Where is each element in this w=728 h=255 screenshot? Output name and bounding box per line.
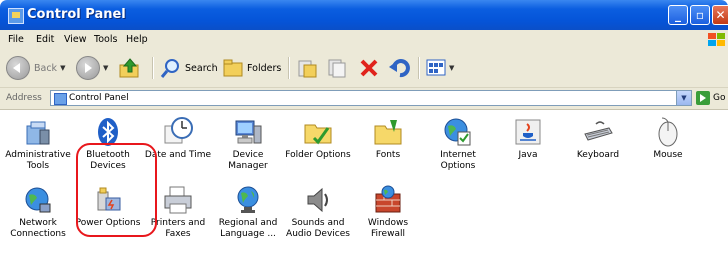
item-label: Device Manager: [228, 150, 268, 171]
sounds-audio-icon: [307, 187, 328, 213]
item-windows-firewall[interactable]: Windows Firewall: [354, 184, 422, 244]
device-manager-icon: [235, 120, 262, 144]
address-value: Control Panel: [69, 93, 129, 103]
item-label: Java: [518, 150, 538, 160]
item-mouse[interactable]: Mouse: [634, 116, 702, 176]
menu-bar: File Edit View Tools Help: [0, 30, 728, 50]
regional-language-icon: [237, 186, 259, 213]
control-panel-icon: [54, 93, 67, 105]
item-label: Internet Options: [440, 150, 476, 171]
item-label: Regional and Language ...: [218, 218, 278, 239]
forward-arrow-icon: [76, 56, 100, 80]
item-administrative-tools[interactable]: Administrative Tools: [4, 116, 72, 176]
views-icon: [426, 59, 446, 76]
printers-faxes-icon: [164, 186, 192, 214]
close-button[interactable]: ✕: [712, 5, 728, 25]
item-device-manager[interactable]: Device Manager: [214, 116, 282, 176]
item-java[interactable]: Java: [494, 116, 562, 176]
date-time-icon: [164, 117, 193, 144]
search-button[interactable]: Search: [160, 53, 218, 83]
toolbar: Back ▼ ▼ Search Folders ▼: [0, 49, 728, 88]
windows-firewall-icon: [375, 185, 401, 213]
item-label: Keyboard: [576, 150, 620, 160]
item-label: Network Connections: [10, 218, 66, 239]
menu-view[interactable]: View: [64, 34, 87, 45]
folder-options-icon: [304, 124, 332, 145]
window-title: Control Panel: [27, 7, 126, 22]
minimize-button[interactable]: _: [668, 5, 688, 25]
item-fonts[interactable]: Fonts: [354, 116, 422, 176]
folders-button[interactable]: Folders: [222, 53, 281, 83]
copy-to-button[interactable]: [326, 53, 348, 83]
address-input[interactable]: Control Panel ▼: [50, 90, 692, 106]
address-label: Address: [6, 93, 42, 103]
move-to-button[interactable]: [296, 53, 318, 83]
item-label: Administrative Tools: [5, 150, 71, 171]
network-connections-icon: [25, 187, 51, 213]
menu-edit[interactable]: Edit: [36, 34, 54, 45]
item-internet-options[interactable]: Internet Options: [424, 116, 492, 176]
chevron-down-icon: ▼: [60, 64, 66, 72]
chevron-down-icon: ▼: [449, 64, 455, 72]
menu-file[interactable]: File: [8, 34, 24, 45]
undo-button[interactable]: [388, 53, 410, 83]
undo-icon: [389, 59, 410, 78]
search-icon: [160, 59, 179, 78]
chevron-down-icon: ▼: [103, 64, 109, 72]
highlight-annotation: [76, 143, 157, 237]
toolbar-separator: [152, 57, 154, 79]
item-label: Mouse: [653, 150, 683, 160]
item-label: Sounds and Audio Devices: [286, 218, 350, 239]
address-dropdown-button[interactable]: ▼: [676, 91, 691, 105]
toolbar-separator: [288, 57, 290, 79]
menu-tools[interactable]: Tools: [94, 34, 117, 45]
go-label: Go: [713, 93, 726, 103]
go-button[interactable]: Go: [696, 91, 725, 105]
delete-button[interactable]: [358, 53, 380, 83]
control-panel-icon: [8, 8, 24, 24]
item-regional-and-language[interactable]: Regional and Language ...: [214, 184, 282, 244]
item-label: Folder Options: [285, 150, 351, 160]
keyboard-icon: [584, 121, 613, 141]
maximize-button[interactable]: ▫: [690, 5, 710, 25]
item-label: Fonts: [375, 150, 401, 160]
move-to-icon: [298, 60, 317, 78]
up-button[interactable]: [118, 53, 142, 83]
folders-icon: [223, 59, 243, 77]
item-folder-options[interactable]: Folder Options: [284, 116, 352, 176]
administrative-tools-icon: [26, 121, 50, 145]
title-bar[interactable]: Control Panel _ ▫ ✕: [0, 0, 728, 30]
back-arrow-icon: [6, 56, 30, 80]
folder-up-icon: [119, 58, 139, 78]
item-sounds-and-audio-devices[interactable]: Sounds and Audio Devices: [284, 184, 352, 244]
go-arrow-icon: [696, 91, 710, 105]
item-keyboard[interactable]: Keyboard: [564, 116, 632, 176]
views-button[interactable]: ▼: [426, 53, 454, 83]
internet-options-icon: [444, 118, 471, 146]
mouse-icon: [658, 117, 678, 147]
item-label: Windows Firewall: [367, 218, 409, 239]
toolbar-separator: [418, 57, 420, 79]
search-label: Search: [185, 62, 218, 74]
forward-button[interactable]: ▼: [76, 53, 108, 83]
java-icon: [515, 119, 541, 145]
back-label: Back: [34, 62, 58, 74]
copy-to-icon: [328, 59, 346, 78]
windows-logo-icon: [706, 32, 726, 47]
back-button[interactable]: Back ▼: [6, 53, 65, 83]
delete-x-icon: [360, 59, 378, 77]
address-bar: Address Control Panel ▼ Go: [0, 88, 728, 110]
folders-label: Folders: [247, 62, 282, 74]
menu-help[interactable]: Help: [126, 34, 148, 45]
fonts-icon: [374, 120, 402, 145]
item-network-connections[interactable]: Network Connections: [4, 184, 72, 244]
